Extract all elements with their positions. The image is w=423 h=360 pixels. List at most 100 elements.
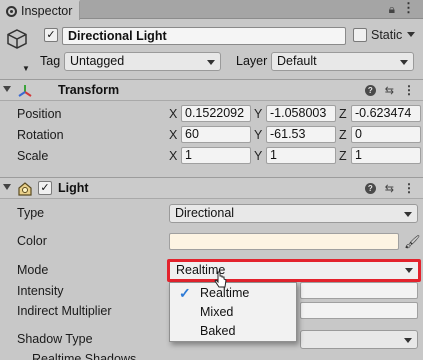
intensity-label: Intensity [17, 284, 64, 298]
layer-dropdown[interactable]: Default [271, 52, 414, 71]
component-menu-icon[interactable]: ⋮ [403, 83, 415, 97]
shadow-type-dropdown-arrow-icon [404, 338, 412, 343]
light-header[interactable]: ✓ Light ? ⇆ ⋮ [0, 177, 423, 199]
icon-dropdown-arrow-icon[interactable]: ▼ [22, 64, 30, 73]
mode-dropdown-arrow-icon [405, 268, 413, 273]
tag-dropdown-arrow-icon [207, 60, 215, 65]
rotation-label: Rotation [17, 128, 64, 142]
rotation-x[interactable]: X 60 [169, 126, 251, 143]
light-component-icon [18, 182, 32, 196]
preset-icon[interactable]: ⇆ [385, 182, 394, 195]
scale-y-field[interactable]: 1 [266, 147, 336, 164]
gameobject-active-checkbox[interactable]: ✓ [44, 28, 58, 42]
rotation-z-field[interactable]: 0 [351, 126, 421, 143]
y-axis-label[interactable]: Y [254, 107, 266, 121]
mode-options-menu: ✓ Realtime Mixed Baked [169, 282, 297, 342]
z-axis-label[interactable]: Z [339, 128, 351, 142]
indirect-multiplier-label: Indirect Multiplier [17, 304, 112, 318]
type-dropdown[interactable]: Directional [169, 204, 418, 223]
color-swatch[interactable] [169, 233, 399, 250]
position-z[interactable]: Z -0.623474 [339, 105, 421, 122]
static-dropdown-arrow-icon[interactable] [407, 32, 415, 37]
x-axis-label[interactable]: X [169, 107, 181, 121]
mode-option-label: Baked [200, 324, 236, 338]
kebab-menu-icon[interactable]: ⋮ [402, 0, 415, 16]
light-title: Light [58, 181, 89, 195]
lock-icon[interactable]: 🔒︎ [389, 2, 395, 17]
help-icon[interactable]: ? [364, 84, 376, 96]
transform-axes-icon [18, 85, 32, 97]
rotation-y-field[interactable]: -61.53 [266, 126, 336, 143]
static-label[interactable]: Static [371, 28, 402, 42]
shadow-type-label: Shadow Type [17, 332, 93, 346]
layer-label: Layer [236, 54, 268, 68]
checkmark-icon: ✓ [179, 285, 191, 301]
scale-x-field[interactable]: 1 [181, 147, 251, 164]
type-dropdown-arrow-icon [404, 212, 412, 217]
help-icon[interactable]: ? [364, 182, 376, 194]
gameobject-cube-icon[interactable] [6, 28, 28, 50]
type-row: Type Directional [0, 203, 423, 223]
transform-title: Transform [58, 83, 120, 97]
gameobject-name-field[interactable]: Directional Light [62, 27, 346, 45]
inspector-info-icon [6, 5, 17, 17]
tab-bar: Inspector 🔒︎ ⋮ [0, 0, 423, 20]
position-row: Position X 0.1522092 Y -1.058003 Z -0.62347… [0, 104, 423, 124]
position-z-field[interactable]: -0.623474 [351, 105, 421, 122]
type-label: Type [17, 206, 45, 220]
position-label: Position [17, 107, 62, 121]
layer-dropdown-arrow-icon [400, 60, 408, 65]
transform-foldout-arrow-icon[interactable] [3, 86, 11, 92]
mouse-cursor-icon [214, 271, 227, 288]
position-x-field[interactable]: 0.1522092 [181, 105, 251, 122]
color-row: Color 🖌︎ [0, 231, 423, 251]
transform-header[interactable]: Transform ? ⇆ ⋮ [0, 79, 423, 101]
y-axis-label[interactable]: Y [254, 149, 266, 163]
transform-header-icons: ? ⇆ ⋮ [364, 83, 415, 97]
scale-row: Scale X1 Y1 Z1 [0, 146, 423, 166]
z-axis-label[interactable]: Z [339, 107, 351, 121]
mode-option-mixed[interactable]: Mixed [170, 303, 296, 322]
mode-label: Mode [17, 263, 49, 277]
z-axis-label[interactable]: Z [339, 149, 351, 163]
x-axis-label[interactable]: X [169, 149, 181, 163]
type-value: Directional [175, 206, 235, 220]
scale-x[interactable]: X1 [169, 147, 251, 164]
position-y-field[interactable]: -1.058003 [266, 105, 336, 122]
light-enabled-checkbox[interactable]: ✓ [38, 181, 52, 195]
mode-option-baked[interactable]: Baked [170, 322, 296, 341]
rotation-z[interactable]: Z0 [339, 126, 421, 143]
intensity-field[interactable] [300, 282, 418, 299]
tag-dropdown[interactable]: Untagged [64, 52, 221, 71]
layer-value: Default [277, 54, 317, 68]
rotation-row: Rotation X 60 Y -61.53 Z0 [0, 125, 423, 145]
shadow-type-dropdown[interactable] [300, 330, 418, 349]
position-y[interactable]: Y -1.058003 [254, 105, 336, 122]
position-x[interactable]: X 0.1522092 [169, 105, 251, 122]
scale-y[interactable]: Y1 [254, 147, 336, 164]
gameobject-header: ▼ ✓ Directional Light Static Tag Untagge… [0, 20, 423, 78]
light-foldout-arrow-icon[interactable] [3, 184, 11, 190]
x-axis-label[interactable]: X [169, 128, 181, 142]
eyedropper-icon[interactable]: 🖌︎ [404, 234, 421, 250]
indirect-multiplier-field[interactable] [300, 302, 418, 319]
rotation-x-field[interactable]: 60 [181, 126, 251, 143]
tab-inspector[interactable]: Inspector [0, 0, 80, 20]
preset-icon[interactable]: ⇆ [385, 84, 394, 97]
mode-row: Mode Realtime [0, 259, 423, 282]
realtime-shadows-row: Realtime Shadows [0, 349, 423, 360]
rotation-y[interactable]: Y -61.53 [254, 126, 336, 143]
component-menu-icon[interactable]: ⋮ [403, 181, 415, 195]
scale-z[interactable]: Z1 [339, 147, 421, 164]
tag-label: Tag [40, 54, 61, 68]
tab-inspector-label: Inspector [21, 4, 73, 18]
mode-dropdown[interactable]: Realtime [167, 259, 421, 282]
scale-z-field[interactable]: 1 [351, 147, 421, 164]
color-label: Color [17, 234, 47, 248]
light-header-icons: ? ⇆ ⋮ [364, 181, 415, 195]
tag-value: Untagged [70, 54, 125, 68]
y-axis-label[interactable]: Y [254, 128, 266, 142]
static-checkbox[interactable] [353, 28, 367, 42]
mode-option-realtime[interactable]: ✓ Realtime [170, 284, 296, 303]
scale-label: Scale [17, 149, 49, 163]
